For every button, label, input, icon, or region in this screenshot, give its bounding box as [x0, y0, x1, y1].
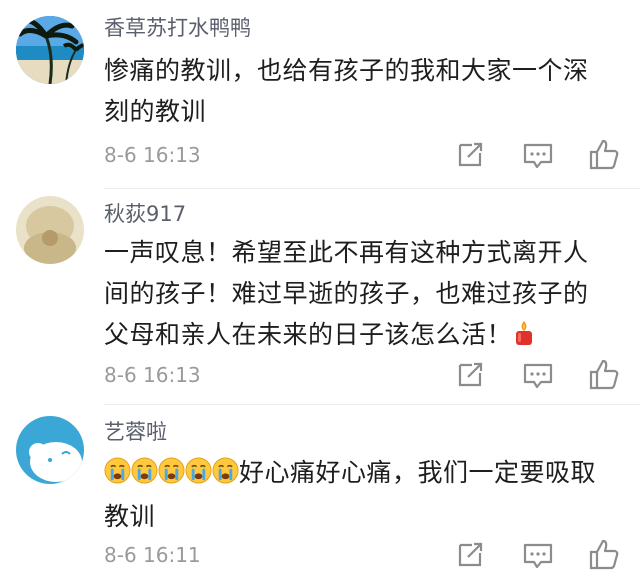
- like-icon[interactable]: [586, 357, 622, 393]
- share-icon[interactable]: [452, 137, 488, 173]
- divider: [104, 404, 640, 405]
- comment-text: 一声叹息！希望至此不再有这种方式离开人 间的孩子！难过早逝的孩子，也难过孩子的 …: [104, 232, 624, 358]
- reply-icon[interactable]: [520, 357, 556, 393]
- username[interactable]: 艺蓉啦: [104, 418, 167, 446]
- avatar[interactable]: [16, 416, 84, 484]
- comment-line: 刻的教训: [104, 97, 207, 126]
- reply-icon[interactable]: [520, 537, 556, 573]
- timestamp: 8-6 16:11: [104, 543, 201, 567]
- share-icon[interactable]: [452, 537, 488, 573]
- like-icon[interactable]: [586, 137, 622, 173]
- crying-emoji: [104, 455, 131, 496]
- crying-emoji: [131, 455, 158, 496]
- comment-actions: [452, 137, 632, 173]
- username[interactable]: 秋荻917: [104, 200, 186, 228]
- crying-emoji: [212, 455, 239, 496]
- comment-actions: [452, 357, 632, 393]
- like-icon[interactable]: [586, 537, 622, 573]
- share-icon[interactable]: [452, 357, 488, 393]
- comment-item: 香草苏打水鸭鸭 惨痛的教训，也给有孩子的我和大家一个深 刻的教训 8-6 16:…: [0, 0, 640, 192]
- comment-line: 父母和亲人在未来的日子该怎么活！: [104, 320, 513, 349]
- comment-line: 教训: [104, 502, 156, 531]
- crying-emoji: [158, 455, 185, 496]
- timestamp: 8-6 16:13: [104, 363, 201, 387]
- avatar[interactable]: [16, 16, 84, 84]
- comment-line: 一声叹息！希望至此不再有这种方式离开人: [104, 238, 589, 267]
- cartoon-avatar-image: [16, 416, 84, 484]
- crying-emoji: [185, 455, 212, 496]
- comment-line: 好心痛好心痛，我们一定要吸取: [239, 458, 597, 487]
- comment-line: 间的孩子！难过早逝的孩子，也难过孩子的: [104, 279, 589, 308]
- divider: [104, 188, 640, 189]
- avatar[interactable]: [16, 196, 84, 264]
- reply-icon[interactable]: [520, 137, 556, 173]
- beach-avatar-image: [16, 16, 84, 84]
- comment-actions: [452, 537, 632, 573]
- comment-text: 好心痛好心痛，我们一定要吸取 教训: [104, 452, 624, 537]
- timestamp: 8-6 16:13: [104, 143, 201, 167]
- comment-text: 惨痛的教训，也给有孩子的我和大家一个深 刻的教训: [104, 50, 624, 132]
- comment-line: 惨痛的教训，也给有孩子的我和大家一个深: [104, 56, 589, 85]
- username[interactable]: 香草苏打水鸭鸭: [104, 14, 251, 42]
- blurred-avatar-image: [16, 196, 84, 264]
- candle-emoji: [512, 317, 536, 358]
